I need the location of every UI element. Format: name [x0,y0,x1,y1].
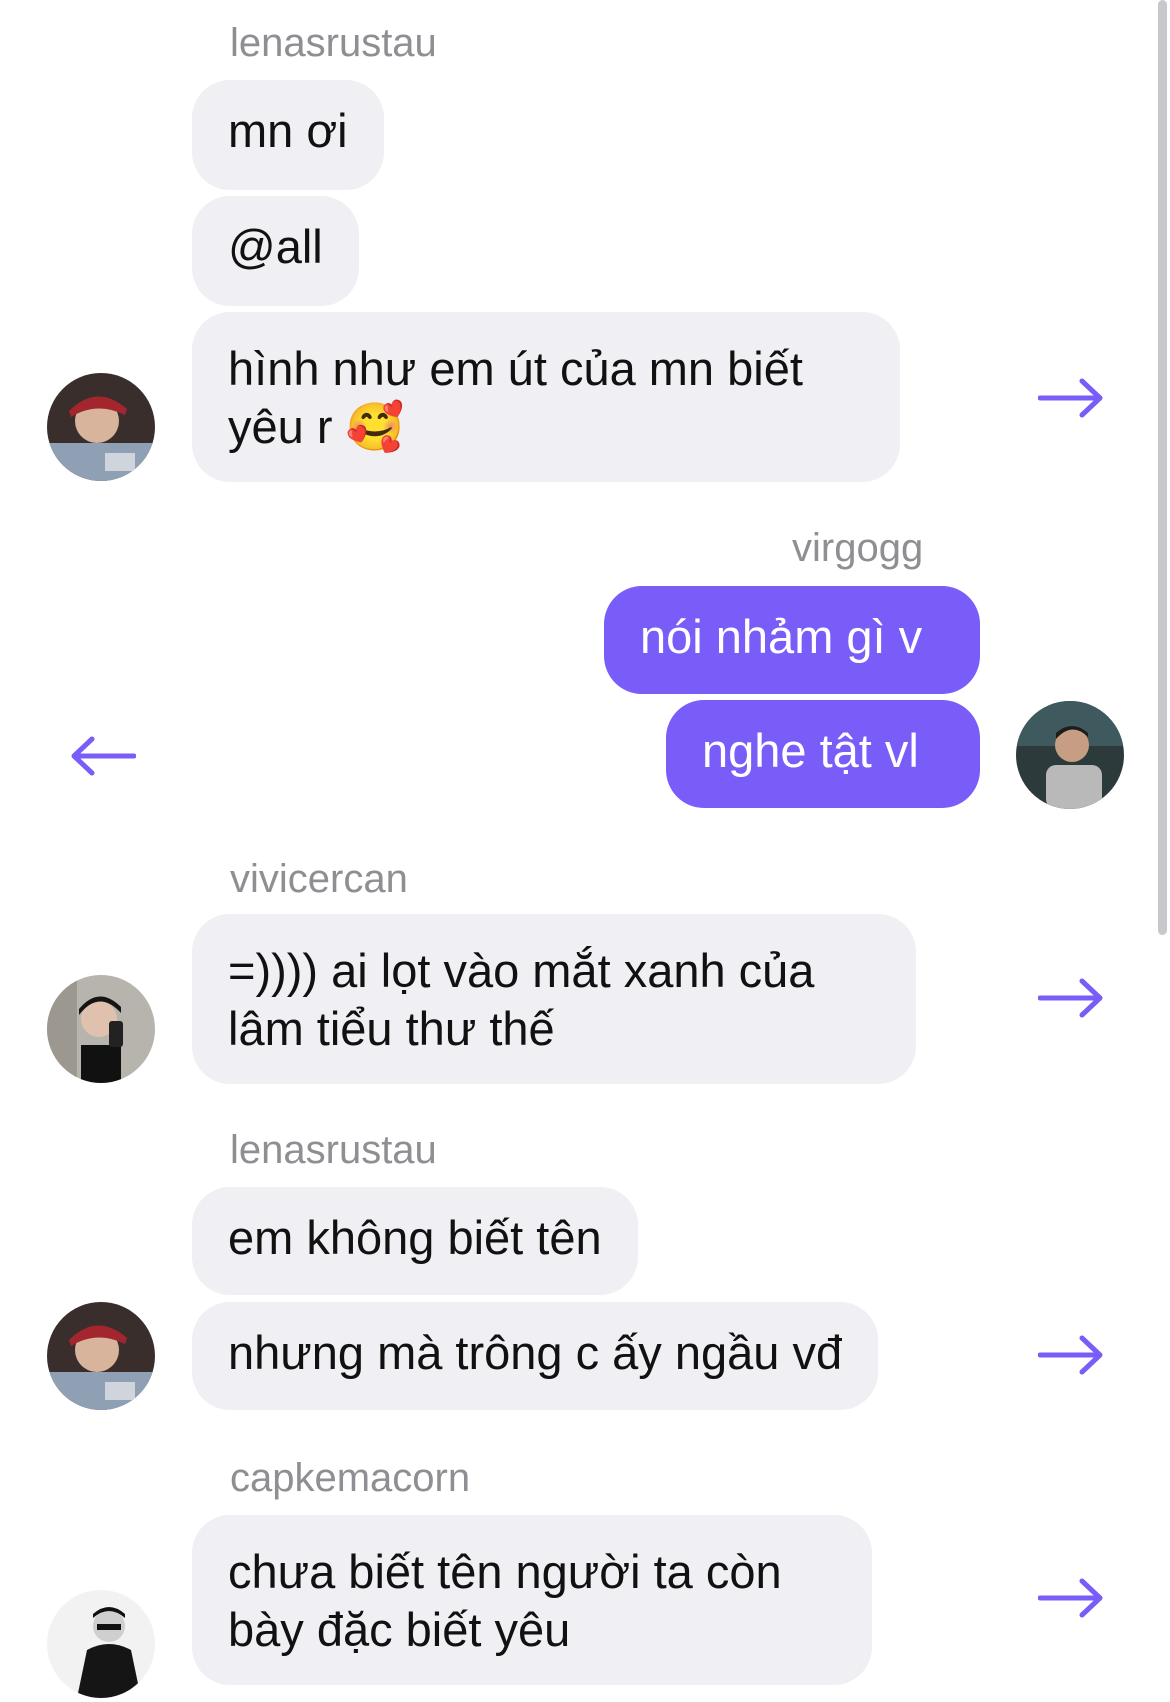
avatar[interactable] [47,373,155,481]
sender-name: capkemacorn [230,1456,471,1500]
sender-name: virgogg [792,526,924,570]
message-bubble[interactable]: =)))) ai lọt vào mắt xanh của lâm tiểu t… [192,914,916,1084]
avatar[interactable] [47,1302,155,1410]
message-bubble[interactable]: chưa biết tên người ta còn bày đặc biết … [192,1515,872,1685]
message-bubble[interactable]: hình như em út của mn biết yêu r 🥰 [192,312,900,482]
sender-name: lenasrustau [230,1128,437,1172]
share-arrow-icon[interactable] [1038,1335,1104,1375]
avatar[interactable] [47,1590,155,1698]
message-bubble[interactable]: nói nhảm gì v [604,586,980,694]
scrollbar[interactable] [1158,0,1167,935]
message-bubble[interactable]: nhưng mà trông c ấy ngầu vđ [192,1302,879,1410]
back-arrow-icon[interactable] [70,736,136,776]
share-arrow-icon[interactable] [1038,978,1104,1018]
message-bubble[interactable]: em không biết tên [192,1187,638,1295]
sender-name: vivicercan [230,857,408,901]
message-bubble[interactable]: @all [192,196,359,306]
sender-name: lenasrustau [230,21,437,65]
message-bubble[interactable]: nghe tật vl [666,700,980,808]
share-arrow-icon[interactable] [1038,378,1104,418]
avatar[interactable] [47,975,155,1083]
message-bubble[interactable]: mn ơi [192,80,384,190]
avatar[interactable] [1016,701,1124,809]
share-arrow-icon[interactable] [1038,1578,1104,1618]
